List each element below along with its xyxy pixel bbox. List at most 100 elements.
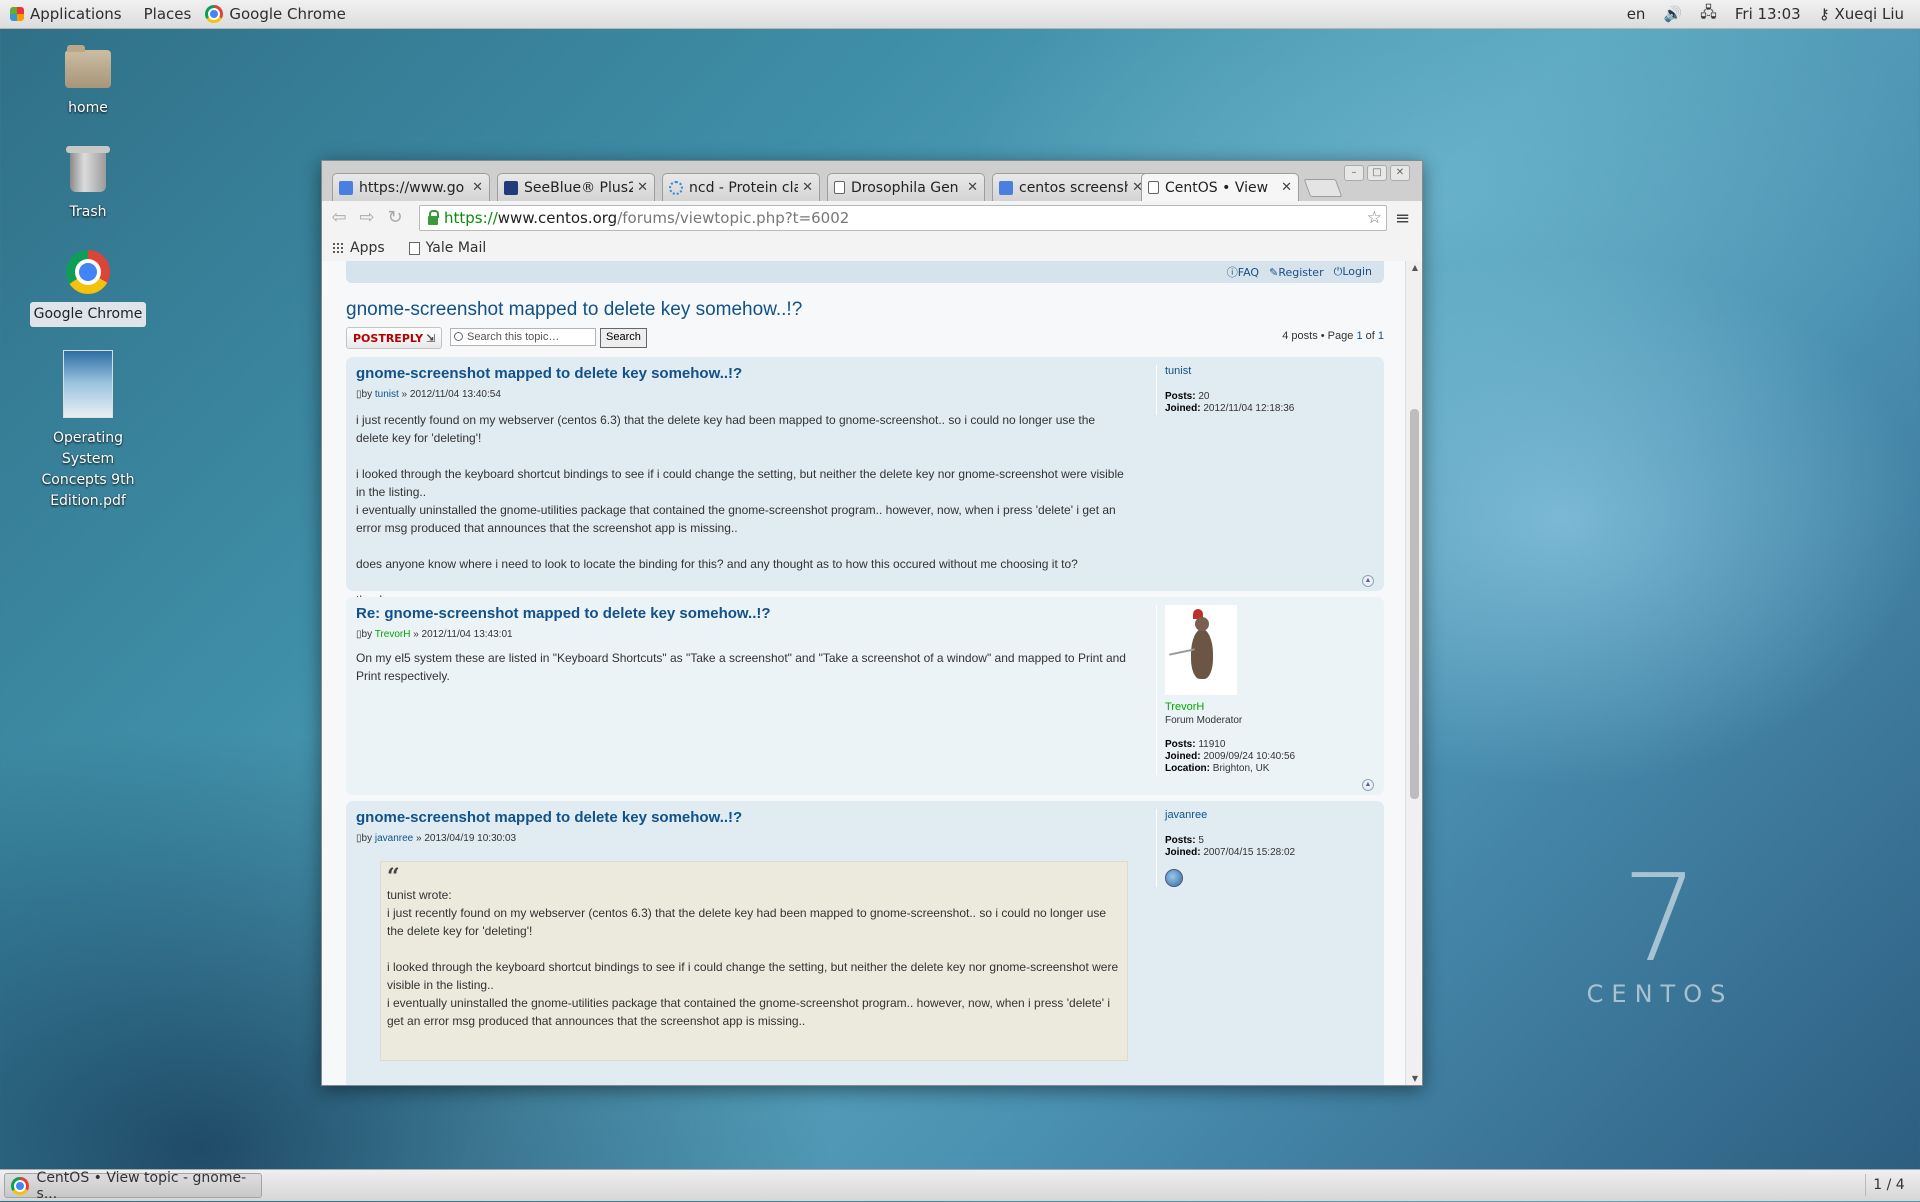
chrome-window: https://www.go ✕ SeeBlue® Plus2 ✕ ncd - … [321,160,1423,1086]
profile-username[interactable]: javanree [1165,809,1385,821]
help-icon: ⓘ [1226,266,1238,279]
post-title[interactable]: gnome-screenshot mapped to delete key so… [356,365,742,382]
browser-toolbar: ⇦ ⇨ ↻ https:// www.centos.org /forums/vi… [322,201,1422,235]
post-body: On my el5 system these are listed in "Ke… [356,649,1126,703]
taskbar-window-button[interactable]: CentOS • View topic - gnome-s... [4,1170,262,1202]
chrome-menu-icon[interactable]: ≡ [1395,208,1410,229]
maximize-button[interactable]: □ [1367,165,1387,181]
close-icon[interactable]: ✕ [637,180,648,195]
desktop-icon-label: Trash [69,204,107,220]
tab-strip: https://www.go ✕ SeeBlue® Plus2 ✕ ncd - … [322,161,1422,201]
applications-menu[interactable]: Applications [10,5,122,23]
search-button[interactable]: Search [600,328,647,348]
network-icon[interactable]: 🖧 [1700,2,1717,27]
back-to-top-icon[interactable]: ▲ [1362,575,1374,587]
quote-cite: tunist wrote: [387,888,452,902]
scroll-down-arrow-icon[interactable]: ▼ [1412,1074,1418,1083]
loading-spinner-icon [669,180,683,195]
document-icon [1148,181,1159,194]
desktop-icon-google-chrome[interactable]: Google Chrome [28,250,148,327]
profile-location-label: Location: [1165,763,1210,774]
website-globe-icon[interactable] [1165,869,1183,887]
close-icon[interactable]: ✕ [802,180,813,195]
forward-button[interactable]: ⇨ [356,207,378,229]
pagination-current[interactable]: 1 [1356,330,1362,342]
volume-icon[interactable]: 🔊 [1663,5,1682,23]
centos-version-number: 7 [1621,850,1699,989]
post-title[interactable]: gnome-screenshot mapped to delete key so… [356,809,742,826]
clock[interactable]: Fri 13:03 [1735,5,1801,23]
profile-location: Brighton, UK [1212,763,1270,774]
post-profile: javanree Posts: 5 Joined: 2007/04/15 15:… [1156,809,1385,887]
top-panel: Applications Places Google Chrome en 🔊 🖧… [0,0,1920,29]
avatar[interactable] [1165,605,1237,695]
back-to-top-icon[interactable]: ▲ [1362,779,1374,791]
tab-seeblue[interactable]: SeeBlue® Plus2 ✕ [497,173,655,201]
scrollbar-thumb[interactable] [1410,409,1419,799]
profile-posts-label: Posts: [1165,391,1196,402]
bookmarks-bar: Apps Yale Mail [322,235,1422,262]
window-close-button[interactable]: ✕ [1390,165,1410,181]
desktop-icon-label: Operating System Concepts 9th Edition.pd… [41,430,135,509]
profile-username[interactable]: tunist [1165,365,1385,377]
post-title[interactable]: Re: gnome-screenshot mapped to delete ke… [356,605,771,622]
post-author-link[interactable]: TrevorH [375,629,411,640]
web-page: ⓘFAQ ✎Register ⏻Login gnome-screenshot m… [322,261,1406,1085]
post-meta: ▯by TrevorH » 2012/11/04 13:43:01 [356,629,513,640]
back-button[interactable]: ⇦ [328,207,350,229]
tab-title: CentOS • View [1165,179,1269,196]
bookmark-star-icon[interactable]: ☆ [1367,208,1382,228]
bookmark-apps[interactable]: Apps [332,240,385,256]
workspace-switcher[interactable]: 1 / 4 [1865,1174,1912,1196]
new-tab-button[interactable] [1303,179,1343,197]
login-link[interactable]: ⏻Login [1334,265,1372,279]
scroll-up-arrow-icon[interactable]: ▲ [1412,263,1418,272]
reload-button[interactable]: ↻ [384,207,406,229]
profile-username[interactable]: TrevorH [1165,701,1385,713]
tab-centos-view-topic[interactable]: CentOS • View ✕ [1141,173,1299,201]
tab-google[interactable]: https://www.go ✕ [332,173,490,201]
search-topic-input[interactable]: Search this topic… [450,328,596,346]
desktop-icon-label: Google Chrome [29,302,147,327]
post-meta: ▯by javanree » 2013/04/19 10:30:03 [356,833,516,844]
url-scheme: https:// [444,209,498,227]
post-meta: ▯by tunist » 2012/11/04 13:40:54 [356,389,501,400]
desktop-icon-pdf[interactable]: Operating System Concepts 9th Edition.pd… [27,350,149,514]
user-menu[interactable]: ⚷ Xueqi Liu [1819,5,1904,23]
close-icon[interactable]: ✕ [1281,180,1292,195]
topic-title[interactable]: gnome-screenshot mapped to delete key so… [346,299,802,321]
faq-link[interactable]: ⓘFAQ [1227,264,1259,280]
register-link[interactable]: ✎Register [1269,266,1324,279]
power-icon: ⏻ [1333,265,1343,278]
minimize-button[interactable]: – [1344,165,1364,181]
document-icon [834,181,845,194]
address-bar[interactable]: https:// www.centos.org /forums/viewtopi… [419,205,1387,231]
desktop-icon-trash[interactable]: Trash [28,146,148,225]
close-icon[interactable]: ✕ [472,180,483,195]
pagination-total[interactable]: 1 [1378,330,1384,342]
desktop-icon-home[interactable]: home [28,45,148,121]
keyboard-layout-indicator[interactable]: en [1627,5,1646,23]
reply-arrow-icon: ⇲ [426,331,436,345]
post-author-link[interactable]: tunist [375,389,399,400]
tab-drosophila[interactable]: Drosophila Gen ✕ [827,173,985,201]
tab-ncd[interactable]: ncd - Protein cla ✕ [662,173,820,201]
apps-grid-icon [332,242,344,254]
post-paragraph: i looked through the keyboard shortcut b… [356,467,1124,499]
google-icon [339,180,353,195]
places-menu[interactable]: Places [144,5,192,23]
active-app-menu[interactable]: Google Chrome [205,5,346,23]
post-reply-button[interactable]: POSTREPLY ⇲ [346,327,443,349]
profile-joined-label: Joined: [1165,847,1201,858]
document-icon [408,241,420,255]
quote-mark: “ [387,864,400,890]
tab-centos-screenshot-search[interactable]: centos screensh ✕ [992,173,1150,201]
close-icon[interactable]: ✕ [967,180,978,195]
page-scrollbar[interactable]: ▲ ▼ [1405,261,1422,1085]
quote-block: “ tunist wrote: i just recently found on… [380,861,1128,1061]
post-author-link[interactable]: javanree [375,833,413,844]
desktop-icon-label: home [68,100,108,116]
url-host: www.centos.org [497,209,618,227]
post-by: by [361,833,373,844]
bookmark-yale-mail[interactable]: Yale Mail [408,240,486,256]
